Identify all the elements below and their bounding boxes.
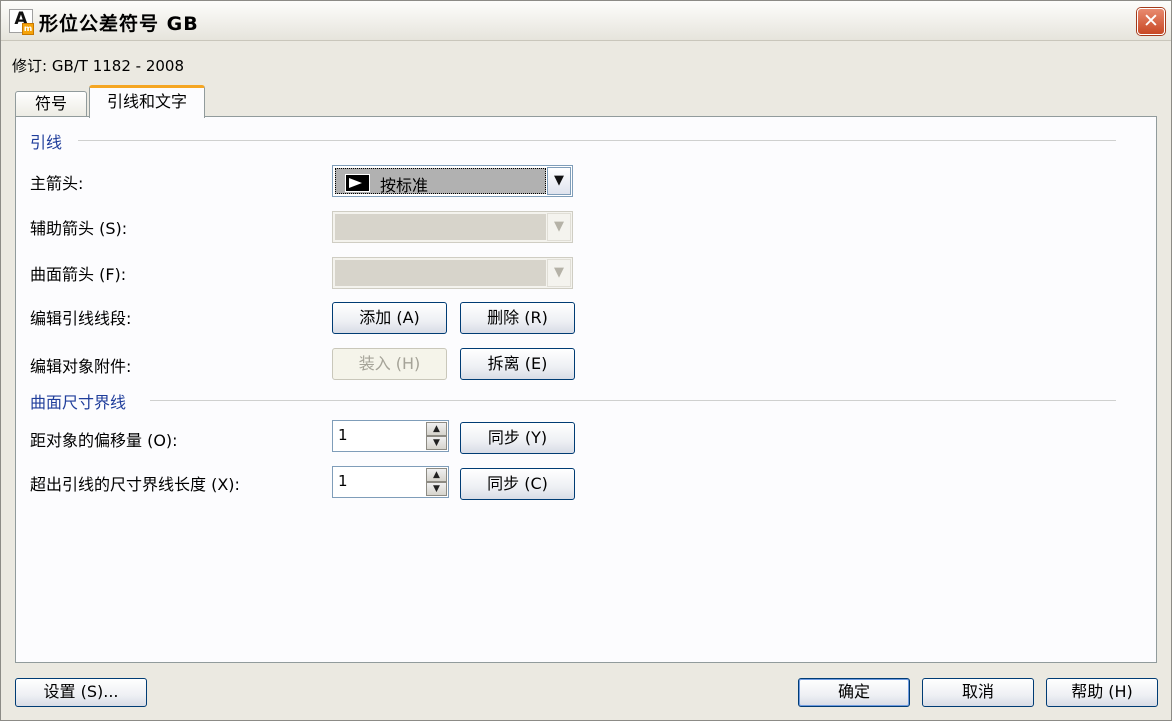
section-divider [78, 140, 1116, 141]
aux-arrow-value [335, 214, 546, 240]
sync-extend-button[interactable]: 同步 (C) [460, 468, 575, 500]
title-bar: A m 形位公差符号 GB ✕ [1, 1, 1171, 41]
aux-arrow-select[interactable]: ▼ [332, 211, 573, 243]
main-arrow-selected: 按标准 [335, 168, 546, 195]
app-icon: A m [9, 9, 34, 35]
revision-label: 修订: GB/T 1182 - 2008 [12, 57, 185, 75]
offset-stepper[interactable]: 1 ▲ ▼ [332, 420, 449, 452]
tab-symbol[interactable]: 符号 [15, 91, 87, 117]
close-button[interactable]: ✕ [1137, 8, 1165, 35]
load-attachment-button[interactable]: 装入 (H) [332, 348, 447, 380]
chevron-down-icon[interactable]: ▼ [547, 259, 571, 287]
cancel-button[interactable]: 取消 [922, 678, 1034, 707]
detach-attachment-button[interactable]: 拆离 (E) [460, 348, 575, 380]
aux-arrow-label: 辅助箭头 (S): [30, 219, 128, 238]
section-title-extension: 曲面尺寸界线 [30, 393, 127, 412]
edit-segments-label: 编辑引线线段: [30, 309, 132, 328]
chevron-down-icon[interactable]: ▼ [547, 167, 571, 195]
ok-button[interactable]: 确定 [798, 678, 910, 707]
main-arrow-select[interactable]: 按标准 ▼ [332, 165, 573, 197]
extend-value: 1 [338, 472, 348, 490]
offset-value: 1 [338, 426, 348, 444]
add-segment-button[interactable]: 添加 (A) [332, 302, 447, 334]
window-title: 形位公差符号 GB [39, 13, 199, 35]
section-title-leader: 引线 [30, 133, 63, 152]
dialog-window: A m 形位公差符号 GB ✕ 修订: GB/T 1182 - 2008 符号 … [0, 0, 1172, 721]
extend-stepper[interactable]: 1 ▲ ▼ [332, 466, 449, 498]
app-icon-badge: m [22, 23, 34, 35]
spin-down-icon[interactable]: ▼ [426, 436, 447, 450]
main-arrow-value: 按标准 [380, 176, 429, 195]
arrow-style-icon [345, 174, 370, 192]
section-divider [150, 400, 1116, 401]
surface-arrow-value [335, 260, 546, 286]
spin-up-icon[interactable]: ▲ [426, 468, 447, 482]
main-arrow-label: 主箭头: [30, 174, 84, 193]
settings-button[interactable]: 设置 (S)... [15, 678, 147, 707]
edit-attachment-label: 编辑对象附件: [30, 357, 132, 376]
offset-label: 距对象的偏移量 (O): [30, 431, 178, 450]
close-icon: ✕ [1143, 10, 1159, 32]
chevron-down-icon[interactable]: ▼ [547, 213, 571, 241]
tab-leader-and-text[interactable]: 引线和文字 [89, 85, 205, 118]
help-button[interactable]: 帮助 (H) [1046, 678, 1158, 707]
spin-up-icon[interactable]: ▲ [426, 422, 447, 436]
surface-arrow-label: 曲面箭头 (F): [30, 265, 127, 284]
extend-label: 超出引线的尺寸界线长度 (X): [30, 475, 240, 494]
sync-offset-button[interactable]: 同步 (Y) [460, 422, 575, 454]
tab-panel: 引线 主箭头: 按标准 ▼ 辅助箭头 (S): ▼ 曲面箭头 (F): ▼ 编辑… [15, 116, 1157, 663]
delete-segment-button[interactable]: 删除 (R) [460, 302, 575, 334]
spin-down-icon[interactable]: ▼ [426, 482, 447, 496]
surface-arrow-select[interactable]: ▼ [332, 257, 573, 289]
